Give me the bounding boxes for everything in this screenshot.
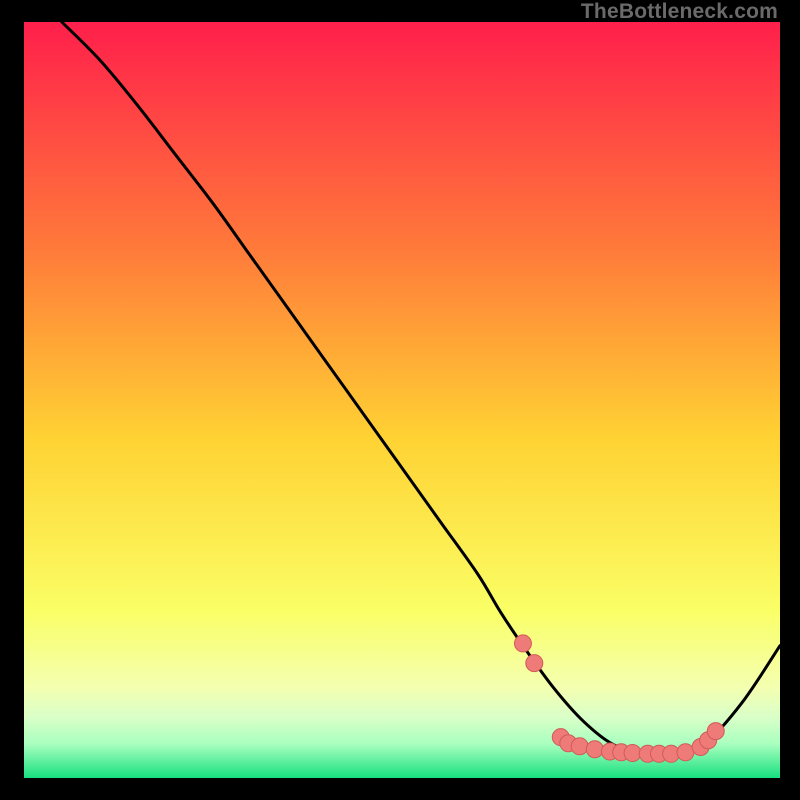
plot-area	[24, 22, 780, 778]
data-dot	[586, 741, 603, 758]
data-dot	[514, 635, 531, 652]
gradient-bg	[24, 22, 780, 778]
chart-stage: TheBottleneck.com	[0, 0, 800, 800]
data-dot	[526, 655, 543, 672]
watermark: TheBottleneck.com	[581, 0, 778, 23]
data-dot	[571, 738, 588, 755]
data-dot	[707, 723, 724, 740]
chart-svg	[24, 22, 780, 778]
data-dot	[624, 745, 641, 762]
data-dot	[677, 744, 694, 761]
